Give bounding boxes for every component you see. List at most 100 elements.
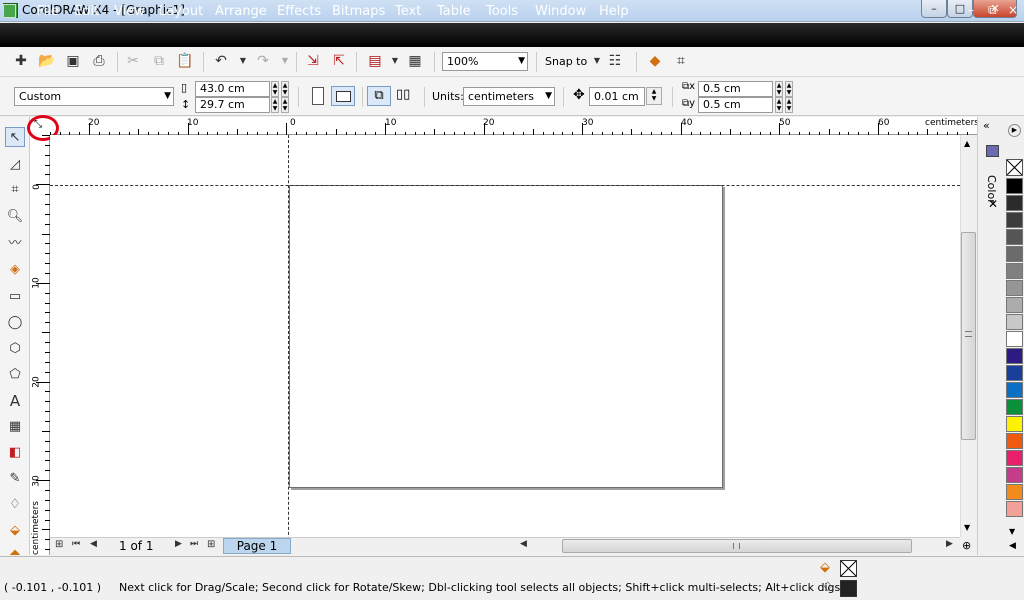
polygon-tool-icon[interactable]: ⬡ bbox=[5, 339, 25, 359]
welcome-screen-icon[interactable]: ▦ bbox=[406, 52, 424, 70]
freehand-tool-icon[interactable]: 〰 bbox=[5, 234, 25, 254]
interactive-blend-tool-icon[interactable]: ◧ bbox=[5, 443, 25, 463]
nudge-offset-spinner[interactable]: ▲ ▼ bbox=[646, 87, 662, 105]
crop-tool-icon[interactable]: ⌗ bbox=[5, 180, 25, 200]
menu-effects[interactable]: Effects bbox=[277, 4, 321, 19]
zoom-navigator-icon[interactable]: ⊕ bbox=[962, 539, 971, 552]
color-swatch[interactable] bbox=[1006, 382, 1023, 398]
paper-type-select[interactable]: Custom ▼ bbox=[14, 87, 174, 106]
menu-table[interactable]: Table bbox=[437, 4, 471, 19]
menu-file[interactable]: File bbox=[37, 4, 59, 19]
smart-fill-tool-icon[interactable]: ◈ bbox=[5, 260, 25, 280]
menu-help[interactable]: Help bbox=[599, 4, 629, 19]
color-swatch[interactable] bbox=[1006, 450, 1023, 466]
open-folder-icon[interactable]: 📂 bbox=[38, 52, 56, 70]
color-swatch[interactable] bbox=[1006, 484, 1023, 500]
grid-icon[interactable]: ⌗ bbox=[672, 52, 690, 70]
fill-color-swatch[interactable] bbox=[840, 560, 857, 577]
page-height-lock[interactable]: ▲ ▼ bbox=[281, 97, 289, 113]
menu-tools[interactable]: Tools bbox=[486, 4, 518, 19]
color-swatch[interactable] bbox=[1006, 195, 1023, 211]
snap-to-dropdown-icon[interactable]: ▼ bbox=[588, 52, 606, 70]
page-width-input[interactable]: 43.0 cm bbox=[195, 81, 270, 97]
palette-scroll-up-icon[interactable]: ▶ bbox=[1008, 124, 1021, 137]
application-launcher-icon[interactable]: ▤ bbox=[366, 52, 384, 70]
redo-icon[interactable]: ↷ bbox=[254, 52, 272, 70]
menu-layout[interactable]: Layout bbox=[159, 4, 203, 19]
basic-shapes-tool-icon[interactable]: ⬠ bbox=[5, 365, 25, 385]
copy-icon[interactable]: ⧉ bbox=[150, 52, 168, 70]
undo-icon[interactable]: ↶ bbox=[212, 52, 230, 70]
color-docker-tab[interactable]: Color bbox=[985, 175, 998, 204]
options-icon[interactable]: ☷ bbox=[606, 52, 624, 70]
zoom-tool-icon[interactable]: 🔍︎ bbox=[5, 207, 25, 227]
horizontal-ruler[interactable]: 20 10 0 10 20 30 40 50 60 centimeters bbox=[30, 117, 979, 135]
save-icon[interactable]: ▣ bbox=[64, 52, 82, 70]
color-swatch[interactable] bbox=[1006, 280, 1023, 296]
menu-bitmaps[interactable]: Bitmaps bbox=[332, 4, 385, 19]
color-swatch[interactable] bbox=[1006, 416, 1023, 432]
color-swatch[interactable] bbox=[1006, 212, 1023, 228]
color-swatch[interactable] bbox=[1006, 365, 1023, 381]
first-page-icon[interactable]: ⏮ bbox=[72, 539, 80, 549]
portrait-orientation-icon[interactable] bbox=[312, 87, 324, 105]
eyedropper-tool-icon[interactable]: ✎ bbox=[5, 469, 25, 489]
duplicate-x-spinner[interactable]: ▲ ▼ bbox=[775, 81, 783, 97]
new-document-icon[interactable]: ✚ bbox=[12, 52, 30, 70]
zoom-level-select[interactable]: 100% ▼ bbox=[442, 52, 528, 71]
color-swatch[interactable] bbox=[1006, 433, 1023, 449]
corel-connect-icon[interactable]: ◆ bbox=[646, 52, 664, 70]
color-swatch[interactable] bbox=[1006, 246, 1023, 262]
page-height-input[interactable]: 29.7 cm bbox=[195, 97, 270, 113]
redo-dropdown-icon[interactable]: ▼ bbox=[276, 52, 294, 70]
current-page-icon[interactable]: ▯▯ bbox=[396, 87, 410, 102]
pick-tool-icon[interactable]: ↖ bbox=[5, 127, 25, 147]
tab-page-1[interactable]: Page 1 bbox=[223, 538, 291, 554]
cut-icon[interactable]: ✂ bbox=[124, 52, 142, 70]
horizontal-scrollbar-thumb[interactable] bbox=[562, 539, 912, 553]
minimize-button[interactable]: – bbox=[921, 0, 947, 18]
print-icon[interactable]: ⎙ bbox=[90, 52, 108, 70]
color-swatch[interactable] bbox=[1006, 348, 1023, 364]
all-pages-icon[interactable]: ⧉ bbox=[367, 86, 391, 106]
color-swatch[interactable] bbox=[1006, 501, 1023, 517]
color-swatch[interactable] bbox=[1006, 467, 1023, 483]
menu-text[interactable]: Text bbox=[395, 4, 421, 19]
previous-page-icon[interactable]: ◀ bbox=[90, 539, 97, 549]
page-width-lock[interactable]: ▲ ▼ bbox=[281, 81, 289, 97]
insert-page-before-icon[interactable]: ⊞ bbox=[55, 539, 63, 550]
color-swatch[interactable] bbox=[1006, 297, 1023, 313]
duplicate-y-input[interactable]: 0.5 cm bbox=[698, 97, 773, 113]
vertical-scrollbar-thumb[interactable] bbox=[961, 232, 976, 440]
duplicate-y-spinner-2[interactable]: ▲ ▼ bbox=[785, 97, 793, 113]
last-page-icon[interactable]: ⏭ bbox=[190, 539, 198, 549]
outline-color-swatch[interactable] bbox=[840, 580, 857, 597]
palette-scroll-down-icon[interactable]: ▼ bbox=[1009, 527, 1015, 536]
collapse-docker-icon[interactable]: « bbox=[983, 119, 990, 132]
color-docker-icon[interactable] bbox=[986, 145, 999, 157]
vertical-ruler[interactable]: 0 10 20 30 centimeters bbox=[30, 135, 50, 555]
color-swatch[interactable] bbox=[1006, 229, 1023, 245]
palette-expand-icon[interactable]: ◀ bbox=[1009, 541, 1016, 551]
menu-window[interactable]: Window bbox=[535, 4, 586, 19]
nudge-offset-input[interactable]: 0.01 cm bbox=[589, 87, 645, 106]
interactive-fill-tool-icon[interactable]: ◆ bbox=[5, 545, 25, 555]
scroll-down-icon[interactable]: ▼ bbox=[964, 523, 970, 532]
shape-tool-icon[interactable]: ◿ bbox=[5, 155, 25, 175]
import-icon[interactable]: ⇲ bbox=[304, 52, 322, 70]
outline-tool-icon[interactable]: ♢ bbox=[5, 495, 25, 515]
horizontal-guideline[interactable] bbox=[50, 185, 960, 186]
document-icon[interactable] bbox=[3, 4, 16, 18]
scroll-right-icon[interactable]: ▶ bbox=[946, 539, 953, 549]
undo-dropdown-icon[interactable]: ▼ bbox=[234, 52, 252, 70]
scroll-up-icon[interactable]: ▲ bbox=[964, 139, 970, 148]
fill-tool-icon[interactable]: ⬙ bbox=[5, 521, 25, 541]
no-color-swatch[interactable] bbox=[1006, 159, 1023, 176]
duplicate-x-spinner-2[interactable]: ▲ ▼ bbox=[785, 81, 793, 97]
paste-icon[interactable]: 📋 bbox=[176, 52, 194, 70]
export-icon[interactable]: ⇱ bbox=[330, 52, 348, 70]
rectangle-tool-icon[interactable]: ▭ bbox=[5, 287, 25, 307]
insert-page-after-icon[interactable]: ⊞ bbox=[207, 539, 215, 550]
color-swatch[interactable] bbox=[1006, 178, 1023, 194]
ellipse-tool-icon[interactable]: ◯ bbox=[5, 313, 25, 333]
